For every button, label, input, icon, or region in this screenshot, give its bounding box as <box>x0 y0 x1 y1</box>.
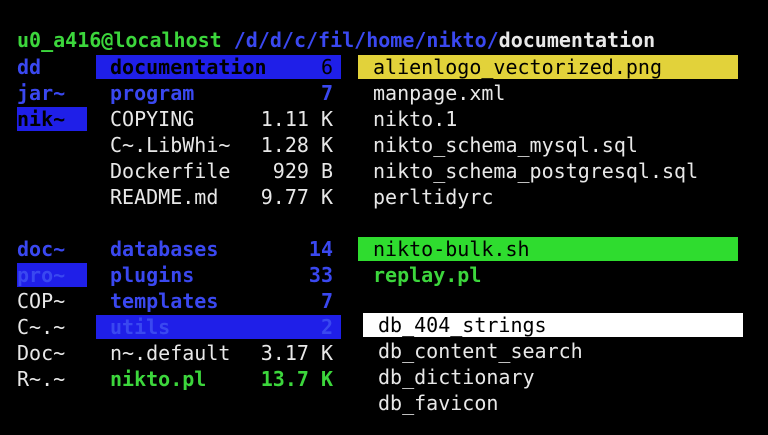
preview-entry-selected[interactable]: db_404_strings <box>378 313 547 337</box>
current-entry-size: 6 <box>320 55 333 79</box>
current-entry-size: 929 B <box>272 159 333 183</box>
current-entry-size: 13.7 K <box>260 367 333 391</box>
current-entry[interactable]: Dockerfile <box>110 159 230 183</box>
current-entry-size: 7 <box>320 81 333 105</box>
current-entry[interactable]: program <box>110 81 194 105</box>
preview-entry-selected[interactable]: alienlogo_vectorized.png <box>373 55 662 79</box>
current-entry-size: 1.11 K <box>260 107 333 131</box>
path-header: u0_a416@localhost /d/d/c/fil/home/nikto/… <box>17 28 655 52</box>
current-entry-size: 9.77 K <box>260 185 333 209</box>
current-entry-selected[interactable]: documentation <box>110 55 267 79</box>
parent-entry[interactable]: dd <box>17 55 87 79</box>
preview-entry[interactable]: replay.pl <box>373 263 481 287</box>
preview-entry[interactable]: nikto_schema_postgresql.sql <box>373 159 698 183</box>
parent-entry[interactable]: COP~ <box>17 289 87 313</box>
current-entry-size: 33 <box>308 263 333 287</box>
preview-entry[interactable]: db_favicon <box>378 391 498 415</box>
current-entry-size: 3.17 K <box>260 341 333 365</box>
preview-entry[interactable]: manpage.xml <box>373 81 505 105</box>
preview-entry[interactable]: db_content_search <box>378 339 583 363</box>
preview-entry[interactable]: perltidyrc <box>373 185 493 209</box>
preview-entry[interactable]: nikto.1 <box>373 107 457 131</box>
path-prefix: /d/d/c/fil/home/nikto/ <box>233 28 499 52</box>
parent-entry[interactable]: Doc~ <box>17 341 87 365</box>
parent-entry[interactable]: jar~ <box>17 81 87 105</box>
parent-entry[interactable]: C~.~ <box>17 315 87 339</box>
parent-entry-selected[interactable]: nik~ <box>17 107 87 131</box>
current-entry-size: 1.28 K <box>260 133 333 157</box>
current-entry[interactable]: templates <box>110 289 218 313</box>
current-entry[interactable]: plugins <box>110 263 194 287</box>
user-host: u0_a416@localhost <box>17 28 222 52</box>
current-entry-size: 14 <box>308 237 333 261</box>
current-entry-size: 7 <box>320 289 333 313</box>
current-entry-size: 2 <box>320 315 333 339</box>
current-entry[interactable]: n~.default <box>110 341 230 365</box>
preview-entry-selected[interactable]: nikto-bulk.sh <box>373 237 530 261</box>
preview-entry[interactable]: nikto_schema_mysql.sql <box>373 133 638 157</box>
current-entry-selected[interactable]: utils <box>110 315 170 339</box>
current-entry[interactable]: README.md <box>110 185 218 209</box>
parent-entry-selected[interactable]: pro~ <box>17 263 87 287</box>
path-current: documentation <box>498 28 656 52</box>
current-entry[interactable]: C~.LibWhi~ <box>110 133 230 157</box>
parent-entry[interactable]: doc~ <box>17 237 87 261</box>
current-entry[interactable]: nikto.pl <box>110 367 206 391</box>
preview-entry[interactable]: db_dictionary <box>378 365 535 389</box>
parent-entry[interactable]: R~.~ <box>17 367 87 391</box>
current-entry[interactable]: databases <box>110 237 218 261</box>
current-entry[interactable]: COPYING <box>110 107 194 131</box>
